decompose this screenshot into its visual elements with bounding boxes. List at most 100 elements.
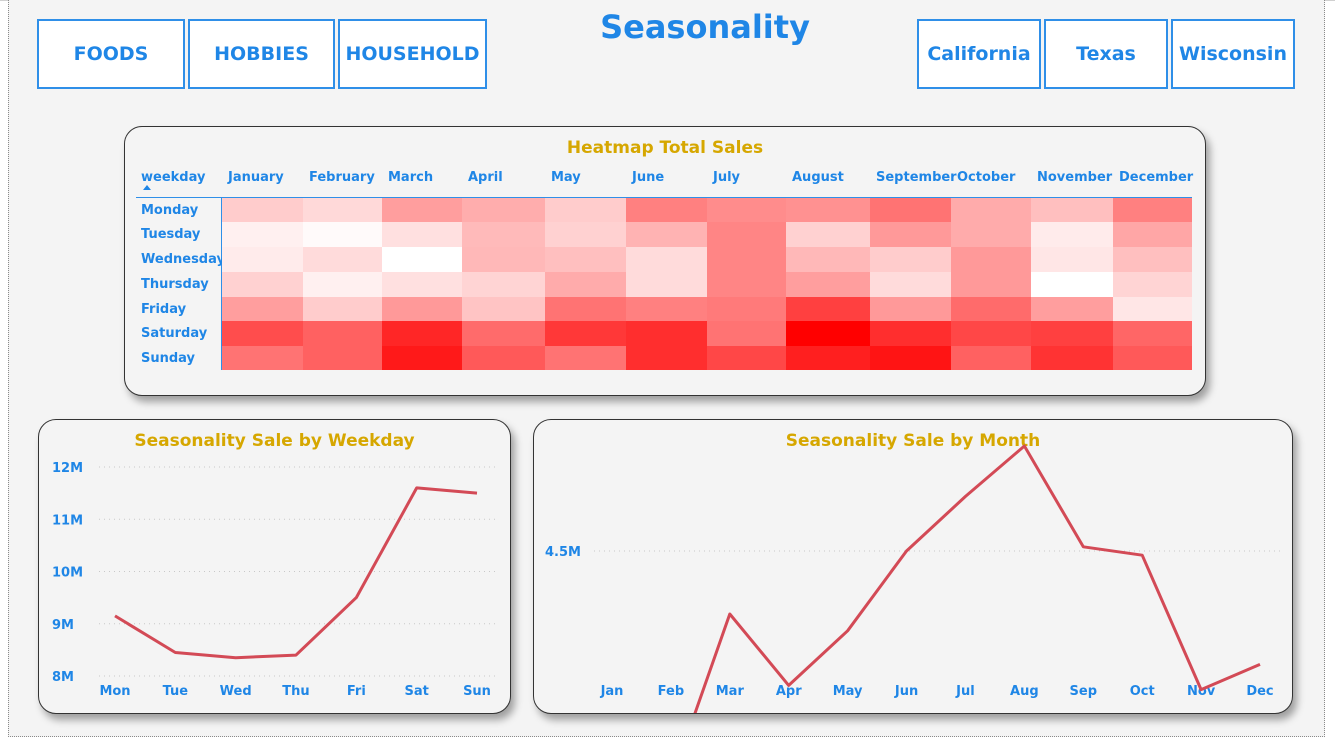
heatmap-cell[interactable] bbox=[545, 321, 626, 346]
heatmap-cell[interactable] bbox=[951, 297, 1031, 321]
heatmap-cell[interactable] bbox=[382, 272, 462, 297]
heatmap-cell[interactable] bbox=[951, 321, 1031, 346]
heatmap-cell[interactable] bbox=[786, 346, 870, 370]
heatmap-cell[interactable] bbox=[222, 198, 303, 222]
month-header-may[interactable]: May bbox=[551, 170, 581, 185]
heatmap-cell[interactable] bbox=[951, 247, 1031, 272]
weekday-column-header[interactable]: weekday bbox=[141, 170, 205, 185]
series-line[interactable] bbox=[114, 486, 478, 660]
heatmap-cell[interactable] bbox=[545, 297, 626, 321]
heatmap-cell[interactable] bbox=[462, 346, 545, 370]
month-header-december[interactable]: December bbox=[1119, 170, 1193, 185]
heatmap-cell[interactable] bbox=[786, 321, 870, 346]
wisconsin-button[interactable]: Wisconsin bbox=[1171, 19, 1295, 89]
heatmap-cell[interactable] bbox=[707, 272, 786, 297]
texas-button[interactable]: Texas bbox=[1044, 19, 1168, 89]
heatmap-cell[interactable] bbox=[303, 346, 382, 370]
month-header-july[interactable]: July bbox=[713, 170, 740, 185]
heatmap-cell[interactable] bbox=[707, 222, 786, 247]
heatmap-cell[interactable] bbox=[870, 346, 951, 370]
heatmap-cell[interactable] bbox=[870, 297, 951, 321]
month-header-august[interactable]: August bbox=[792, 170, 844, 185]
heatmap-cell[interactable] bbox=[1113, 346, 1192, 370]
heatmap-cell[interactable] bbox=[786, 198, 870, 222]
heatmap-cell[interactable] bbox=[382, 247, 462, 272]
heatmap-cell[interactable] bbox=[382, 346, 462, 370]
heatmap-cell[interactable] bbox=[1113, 297, 1192, 321]
heatmap-cell[interactable] bbox=[303, 272, 382, 297]
heatmap-cell[interactable] bbox=[382, 198, 462, 222]
series-line[interactable] bbox=[612, 444, 1261, 713]
heatmap-cell[interactable] bbox=[951, 222, 1031, 247]
heatmap-cell[interactable] bbox=[626, 297, 707, 321]
heatmap-cell[interactable] bbox=[626, 198, 707, 222]
heatmap-cell[interactable] bbox=[222, 346, 303, 370]
heatmap-cell[interactable] bbox=[303, 198, 382, 222]
heatmap-cell[interactable] bbox=[786, 222, 870, 247]
month-header-april[interactable]: April bbox=[468, 170, 503, 185]
heatmap-cell[interactable] bbox=[1113, 272, 1192, 297]
heatmap-cell[interactable] bbox=[545, 247, 626, 272]
heatmap-cell[interactable] bbox=[382, 297, 462, 321]
sort-ascending-icon[interactable] bbox=[143, 185, 151, 190]
heatmap-cell[interactable] bbox=[870, 247, 951, 272]
heatmap-cell[interactable] bbox=[626, 321, 707, 346]
heatmap-cell[interactable] bbox=[707, 247, 786, 272]
heatmap-cell[interactable] bbox=[951, 198, 1031, 222]
heatmap-cell[interactable] bbox=[382, 321, 462, 346]
heatmap-cell[interactable] bbox=[1113, 247, 1192, 272]
heatmap-cell[interactable] bbox=[786, 247, 870, 272]
heatmap-cell[interactable] bbox=[222, 321, 303, 346]
heatmap-cell[interactable] bbox=[707, 297, 786, 321]
heatmap-cell[interactable] bbox=[1031, 272, 1113, 297]
heatmap-cell[interactable] bbox=[462, 222, 545, 247]
heatmap-cell[interactable] bbox=[626, 222, 707, 247]
heatmap-cell[interactable] bbox=[222, 247, 303, 272]
heatmap-cell[interactable] bbox=[222, 222, 303, 247]
household-button[interactable]: HOUSEHOLD bbox=[338, 19, 487, 89]
heatmap-cell[interactable] bbox=[1031, 321, 1113, 346]
heatmap-cell[interactable] bbox=[462, 297, 545, 321]
month-header-march[interactable]: March bbox=[388, 170, 433, 185]
heatmap-cell[interactable] bbox=[462, 247, 545, 272]
heatmap-cell[interactable] bbox=[870, 272, 951, 297]
heatmap-cell[interactable] bbox=[1031, 297, 1113, 321]
heatmap-cell[interactable] bbox=[545, 198, 626, 222]
california-button[interactable]: California bbox=[917, 19, 1041, 89]
heatmap-cell[interactable] bbox=[707, 321, 786, 346]
heatmap-cell[interactable] bbox=[462, 321, 545, 346]
heatmap-cell[interactable] bbox=[707, 198, 786, 222]
heatmap-cell[interactable] bbox=[786, 272, 870, 297]
heatmap-cell[interactable] bbox=[545, 272, 626, 297]
month-header-february[interactable]: February bbox=[309, 170, 375, 185]
heatmap-cell[interactable] bbox=[303, 247, 382, 272]
heatmap-cell[interactable] bbox=[303, 321, 382, 346]
heatmap-cell[interactable] bbox=[222, 297, 303, 321]
heatmap-cell[interactable] bbox=[707, 346, 786, 370]
month-header-november[interactable]: November bbox=[1037, 170, 1112, 185]
heatmap-cell[interactable] bbox=[870, 222, 951, 247]
heatmap-cell[interactable] bbox=[626, 247, 707, 272]
heatmap-cell[interactable] bbox=[1113, 321, 1192, 346]
heatmap-cell[interactable] bbox=[626, 272, 707, 297]
heatmap-cell[interactable] bbox=[382, 222, 462, 247]
heatmap-cell[interactable] bbox=[462, 198, 545, 222]
month-header-june[interactable]: June bbox=[632, 170, 664, 185]
heatmap-cell[interactable] bbox=[786, 297, 870, 321]
heatmap-cell[interactable] bbox=[545, 222, 626, 247]
heatmap-cell[interactable] bbox=[462, 272, 545, 297]
month-header-october[interactable]: October bbox=[957, 170, 1015, 185]
heatmap-cell[interactable] bbox=[545, 346, 626, 370]
foods-button[interactable]: FOODS bbox=[37, 19, 185, 89]
heatmap-cell[interactable] bbox=[1031, 346, 1113, 370]
heatmap-cell[interactable] bbox=[1113, 222, 1192, 247]
heatmap-cell[interactable] bbox=[1031, 247, 1113, 272]
hobbies-button[interactable]: HOBBIES bbox=[188, 19, 335, 89]
heatmap-cell[interactable] bbox=[1113, 198, 1192, 222]
heatmap-cell[interactable] bbox=[1031, 198, 1113, 222]
heatmap-cell[interactable] bbox=[303, 297, 382, 321]
heatmap-cell[interactable] bbox=[626, 346, 707, 370]
heatmap-cell[interactable] bbox=[870, 198, 951, 222]
heatmap-cell[interactable] bbox=[303, 222, 382, 247]
heatmap-cell[interactable] bbox=[870, 321, 951, 346]
